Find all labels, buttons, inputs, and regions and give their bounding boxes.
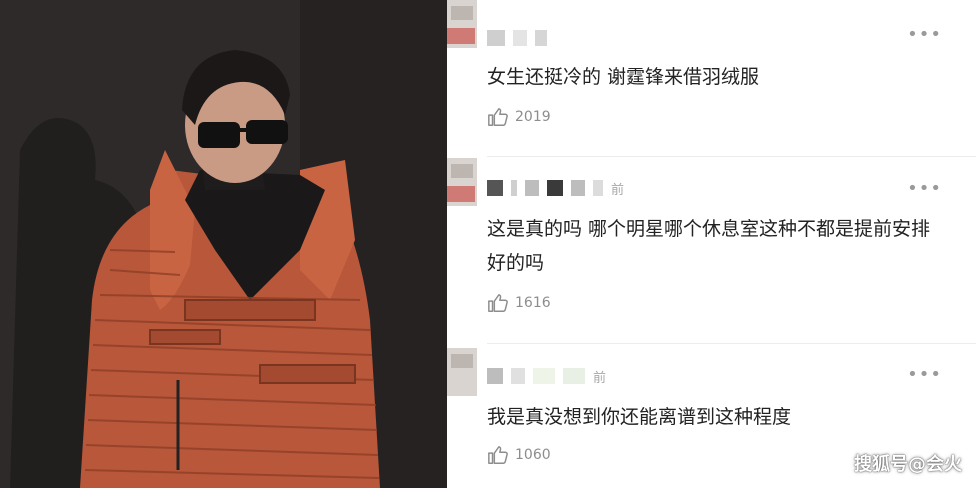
- comment-text: 这是真的吗 哪个明星哪个休息室这种不都是提前安排好的吗: [487, 218, 931, 274]
- like-count: 1616: [515, 295, 551, 311]
- comment-time: 前: [611, 182, 625, 198]
- comment-item: ••• 女生还挺冷的 谢霆锋来借羽绒服 2019: [447, 0, 976, 158]
- avatar[interactable]: [447, 0, 477, 48]
- photo-illustration: [0, 0, 447, 488]
- more-dots-icon[interactable]: •••: [907, 366, 942, 384]
- thumb-up-icon: [488, 446, 508, 464]
- more-dots-icon[interactable]: •••: [907, 26, 942, 44]
- thumb-up-icon: [488, 294, 508, 312]
- comment-item: 前 ••• 这是真的吗 哪个明星哪个休息室这种不都是提前安排好的吗 1616: [447, 158, 976, 344]
- thumb-up-icon: [488, 108, 508, 126]
- comment-list: ••• 女生还挺冷的 谢霆锋来借羽绒服 2019 前 ••• 这是真的吗 哪个明…: [447, 0, 976, 488]
- like-count: 1060: [515, 447, 551, 463]
- like-count: 2019: [515, 109, 551, 125]
- divider: [487, 156, 976, 157]
- avatar[interactable]: [447, 348, 477, 396]
- like-button[interactable]: 2019: [487, 105, 551, 129]
- comment-text: 女生还挺冷的 谢霆锋来借羽绒服: [487, 66, 760, 88]
- username-blurred[interactable]: 前: [487, 366, 606, 386]
- like-button[interactable]: 1616: [487, 291, 551, 315]
- watermark: 搜狐号@会火: [854, 454, 962, 475]
- more-dots-icon[interactable]: •••: [907, 180, 942, 198]
- username-blurred[interactable]: [487, 28, 555, 48]
- celebrity-photo: [0, 0, 447, 488]
- like-button[interactable]: 1060: [487, 443, 551, 467]
- avatar[interactable]: [447, 158, 477, 206]
- username-blurred[interactable]: 前: [487, 178, 624, 198]
- comment-time: 前: [593, 370, 607, 386]
- comment-text: 我是真没想到你还能离谱到这种程度: [487, 406, 792, 428]
